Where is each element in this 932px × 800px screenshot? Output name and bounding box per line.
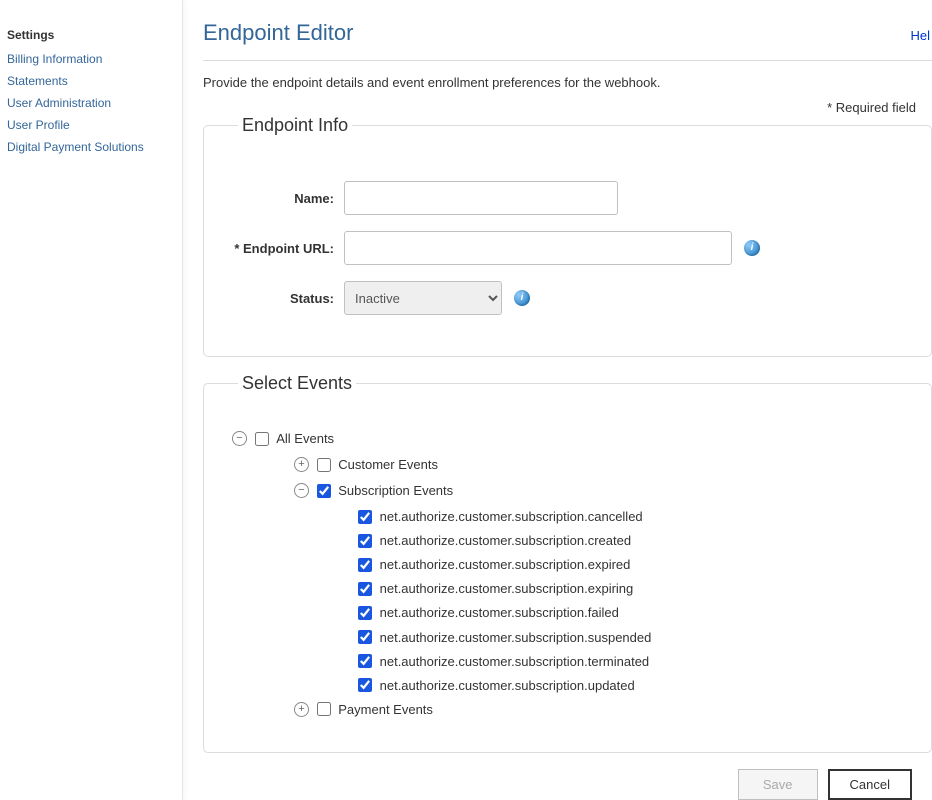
sidebar-item-billing[interactable]: Billing Information — [7, 52, 182, 66]
help-link[interactable]: Hel — [910, 28, 930, 43]
intro-text: Provide the endpoint details and event e… — [203, 75, 932, 90]
checkbox-event-expired[interactable] — [358, 558, 372, 572]
endpoint-info-fieldset: Endpoint Info Name: * Endpoint URL: i St… — [203, 115, 932, 357]
status-label: Status: — [224, 291, 344, 306]
endpoint-info-legend: Endpoint Info — [238, 115, 352, 136]
label-event-suspended[interactable]: net.authorize.customer.subscription.susp… — [380, 630, 652, 645]
label-customer-events[interactable]: Customer Events — [338, 457, 438, 472]
label-subscription-events[interactable]: Subscription Events — [338, 483, 453, 498]
checkbox-event-expiring[interactable] — [358, 582, 372, 596]
sidebar-item-digital-payment[interactable]: Digital Payment Solutions — [7, 140, 182, 154]
checkbox-all-events[interactable] — [255, 432, 269, 446]
label-event-expiring[interactable]: net.authorize.customer.subscription.expi… — [380, 581, 634, 596]
info-icon[interactable]: i — [744, 240, 760, 256]
select-events-fieldset: Select Events − All Events + Customer Ev… — [203, 373, 932, 753]
sidebar-item-statements[interactable]: Statements — [7, 74, 182, 88]
label-event-updated[interactable]: net.authorize.customer.subscription.upda… — [380, 678, 635, 693]
sidebar-item-user-profile[interactable]: User Profile — [7, 118, 182, 132]
name-label: Name: — [224, 191, 344, 206]
sidebar-item-user-admin[interactable]: User Administration — [7, 96, 182, 110]
checkbox-event-terminated[interactable] — [358, 654, 372, 668]
tree-node-subscription-events: − Subscription Events — [294, 482, 911, 498]
expand-icon[interactable]: + — [294, 457, 309, 472]
label-event-created[interactable]: net.authorize.customer.subscription.crea… — [380, 533, 631, 548]
label-event-expired[interactable]: net.authorize.customer.subscription.expi… — [380, 557, 631, 572]
main-content: Endpoint Editor Hel Provide the endpoint… — [183, 0, 932, 800]
tree-leaf: net.authorize.customer.subscription.expi… — [356, 556, 911, 572]
tree-leaf: net.authorize.customer.subscription.upda… — [356, 677, 911, 693]
row-status: Status: Inactive Active i — [224, 281, 911, 315]
tree-leaf: net.authorize.customer.subscription.expi… — [356, 580, 911, 596]
tree-leaf: net.authorize.customer.subscription.susp… — [356, 629, 911, 645]
tree-node-customer-events: + Customer Events — [294, 456, 911, 472]
tree-node-all-events: − All Events — [232, 430, 911, 446]
events-tree: − All Events + Customer Events − Subscri… — [224, 430, 911, 717]
tree-node-payment-events: + Payment Events — [294, 701, 911, 717]
save-button[interactable]: Save — [738, 769, 818, 800]
sidebar-heading: Settings — [7, 28, 182, 42]
row-name: Name: — [224, 181, 911, 215]
checkbox-customer-events[interactable] — [317, 458, 331, 472]
collapse-icon[interactable]: − — [294, 483, 309, 498]
settings-sidebar: Settings Billing Information Statements … — [0, 0, 183, 800]
checkbox-payment-events[interactable] — [317, 702, 331, 716]
expand-icon[interactable]: + — [294, 702, 309, 717]
checkbox-event-cancelled[interactable] — [358, 510, 372, 524]
label-event-cancelled[interactable]: net.authorize.customer.subscription.canc… — [380, 509, 643, 524]
page-header: Endpoint Editor Hel — [203, 20, 932, 61]
label-event-terminated[interactable]: net.authorize.customer.subscription.term… — [380, 654, 650, 669]
tree-leaf: net.authorize.customer.subscription.term… — [356, 653, 911, 669]
select-events-legend: Select Events — [238, 373, 356, 394]
action-buttons: Save Cancel — [203, 769, 932, 800]
checkbox-event-created[interactable] — [358, 534, 372, 548]
label-all-events[interactable]: All Events — [276, 431, 334, 446]
tree-leaf: net.authorize.customer.subscription.crea… — [356, 532, 911, 548]
label-payment-events[interactable]: Payment Events — [338, 702, 433, 717]
endpoint-url-input[interactable] — [344, 231, 732, 265]
info-icon[interactable]: i — [514, 290, 530, 306]
page-title: Endpoint Editor — [203, 20, 353, 46]
tree-leaf: net.authorize.customer.subscription.fail… — [356, 604, 911, 620]
checkbox-event-suspended[interactable] — [358, 630, 372, 644]
checkbox-event-updated[interactable] — [358, 678, 372, 692]
checkbox-event-failed[interactable] — [358, 606, 372, 620]
tree-leaf: net.authorize.customer.subscription.canc… — [356, 508, 911, 524]
checkbox-subscription-events[interactable] — [317, 484, 331, 498]
collapse-icon[interactable]: − — [232, 431, 247, 446]
label-event-failed[interactable]: net.authorize.customer.subscription.fail… — [380, 606, 619, 621]
row-url: * Endpoint URL: i — [224, 231, 911, 265]
status-select[interactable]: Inactive Active — [344, 281, 502, 315]
required-field-note: * Required field — [203, 100, 932, 115]
cancel-button[interactable]: Cancel — [828, 769, 912, 800]
name-input[interactable] — [344, 181, 618, 215]
url-label: * Endpoint URL: — [224, 241, 344, 256]
